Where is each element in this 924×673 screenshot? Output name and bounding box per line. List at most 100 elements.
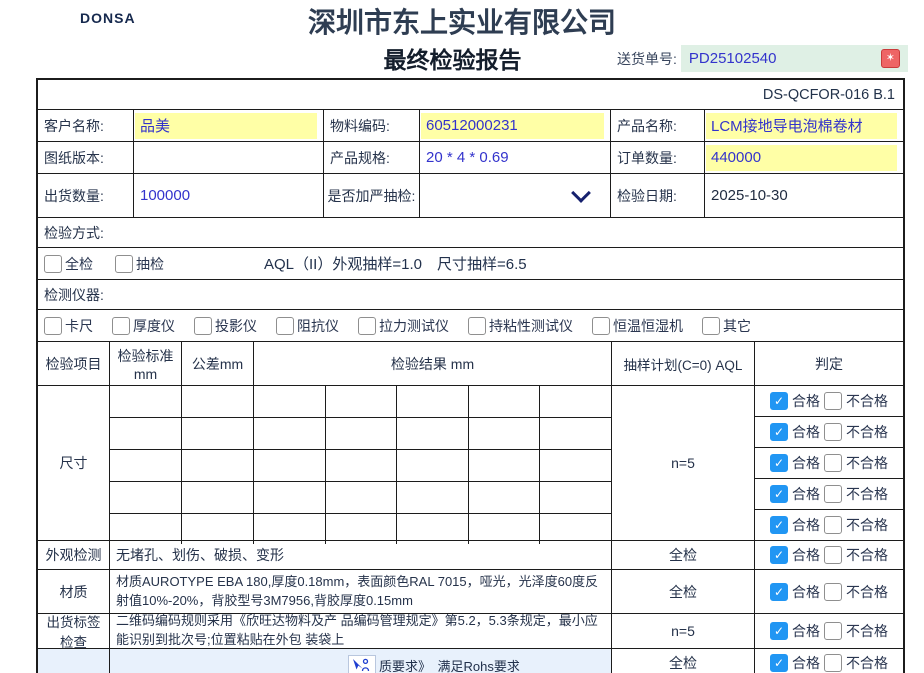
fail-checkbox[interactable] bbox=[824, 423, 842, 441]
measurement-cell[interactable] bbox=[326, 482, 398, 513]
drawing-version-cell[interactable] bbox=[134, 142, 324, 173]
drawing-version-label: 图纸版本: bbox=[38, 142, 134, 173]
climate-chamber-checkbox[interactable] bbox=[592, 317, 610, 335]
adhesion-tester-checkbox[interactable] bbox=[468, 317, 486, 335]
measurement-cell[interactable] bbox=[469, 386, 541, 417]
measurement-cell[interactable] bbox=[469, 514, 541, 544]
broken-image-icon bbox=[881, 49, 900, 68]
fail-checkbox[interactable] bbox=[824, 485, 842, 503]
fail-checkbox[interactable] bbox=[824, 454, 842, 472]
measurement-cell[interactable] bbox=[326, 514, 398, 544]
measurement-cell[interactable] bbox=[540, 514, 611, 544]
measurement-cell[interactable] bbox=[254, 418, 326, 449]
adhesion-tester-label: 持粘性测试仪 bbox=[489, 316, 573, 336]
fail-checkbox[interactable] bbox=[824, 622, 842, 640]
measurement-cell[interactable] bbox=[397, 514, 469, 544]
instrument-option: 拉力测试仪 bbox=[358, 316, 449, 336]
pass-checkbox[interactable] bbox=[770, 392, 788, 410]
sampling-inspection-checkbox[interactable] bbox=[115, 255, 133, 273]
tolerance-cell[interactable] bbox=[182, 450, 254, 481]
pass-checkbox[interactable] bbox=[770, 654, 788, 672]
fail-label: 不合格 bbox=[846, 582, 888, 602]
other-instrument-checkbox[interactable] bbox=[702, 317, 720, 335]
customer-input[interactable]: 品美 bbox=[135, 113, 317, 139]
doc-code: DS-QCFOR-016 B.1 bbox=[38, 80, 903, 109]
measurement-cell[interactable] bbox=[540, 418, 611, 449]
fail-label: 不合格 bbox=[846, 391, 888, 411]
measurement-cell[interactable] bbox=[469, 418, 541, 449]
rohs-content: 质要求》 满足Rohs要求 bbox=[379, 656, 520, 673]
pass-checkbox[interactable] bbox=[770, 454, 788, 472]
standard-cell[interactable] bbox=[110, 514, 182, 544]
tolerance-cell[interactable] bbox=[182, 482, 254, 513]
measurement-cell[interactable] bbox=[540, 482, 611, 513]
pass-label: 合格 bbox=[792, 422, 820, 442]
sampling-inspection-label: 抽检 bbox=[136, 254, 164, 274]
pass-checkbox[interactable] bbox=[770, 583, 788, 601]
fail-checkbox[interactable] bbox=[824, 516, 842, 534]
info-row-3: 出货数量: 100000 是否加严抽检: 检验日期: 2025-10-30 bbox=[38, 174, 903, 218]
pass-checkbox[interactable] bbox=[770, 622, 788, 640]
measurement-cell[interactable] bbox=[397, 418, 469, 449]
instrument-option: 阻抗仪 bbox=[276, 316, 339, 336]
judgement-cell: 合格 不合格 bbox=[755, 541, 903, 569]
measurement-cell[interactable] bbox=[254, 386, 326, 417]
material-code-input[interactable]: 60512000231 bbox=[421, 113, 604, 139]
pass-checkbox[interactable] bbox=[770, 423, 788, 441]
measurement-cell[interactable] bbox=[540, 450, 611, 481]
pass-label: 合格 bbox=[792, 391, 820, 411]
standard-cell[interactable] bbox=[110, 418, 182, 449]
product-name-input[interactable]: LCM接地导电泡棉卷材 bbox=[706, 113, 897, 139]
order-qty-input[interactable]: 440000 bbox=[706, 145, 897, 171]
measurement-cell[interactable] bbox=[469, 450, 541, 481]
caliper-checkbox[interactable] bbox=[44, 317, 62, 335]
fail-checkbox[interactable] bbox=[824, 583, 842, 601]
measurement-cell[interactable] bbox=[254, 482, 326, 513]
judgement-cell: 合格 不合格 bbox=[755, 570, 903, 613]
fail-checkbox[interactable] bbox=[824, 654, 842, 672]
measurement-cell[interactable] bbox=[397, 482, 469, 513]
tension-tester-checkbox[interactable] bbox=[358, 317, 376, 335]
thickness-gauge-label: 厚度仪 bbox=[133, 316, 175, 336]
climate-chamber-label: 恒温恒湿机 bbox=[613, 316, 683, 336]
pass-checkbox[interactable] bbox=[770, 516, 788, 534]
standard-cell[interactable] bbox=[110, 450, 182, 481]
label-check-content: 二维码编码规则采用《欣旺达物料及产 品编码管理规定》第5.2，5.3条规定，最小… bbox=[110, 614, 612, 648]
ship-qty-cell[interactable]: 100000 bbox=[134, 174, 324, 217]
inspect-date-cell[interactable]: 2025-10-30 bbox=[705, 174, 903, 217]
measurement-cell[interactable] bbox=[397, 450, 469, 481]
measurement-cell[interactable] bbox=[254, 450, 326, 481]
material-content: 材质AUROTYPE EBA 180,厚度0.18mm，表面颜色RAL 7015… bbox=[110, 570, 612, 613]
pass-checkbox[interactable] bbox=[770, 546, 788, 564]
info-row-1: 客户名称: 品美 物料编码: 60512000231 产品名称: LCM接地导电… bbox=[38, 110, 903, 142]
measurement-cell[interactable] bbox=[326, 450, 398, 481]
measurement-cell[interactable] bbox=[469, 482, 541, 513]
measurement-cell[interactable] bbox=[254, 514, 326, 544]
measurement-cell[interactable] bbox=[397, 386, 469, 417]
judgement-cell: 合格 不合格 bbox=[755, 614, 903, 648]
judgement-cell: 合格 不合格 bbox=[755, 448, 903, 479]
fail-checkbox[interactable] bbox=[824, 546, 842, 564]
product-name-label: 产品名称: bbox=[611, 110, 705, 141]
delivery-number-field[interactable]: PD25102540 bbox=[681, 45, 908, 72]
impedance-meter-checkbox[interactable] bbox=[276, 317, 294, 335]
tolerance-cell[interactable] bbox=[182, 386, 254, 417]
judgement-cell: 合格 不合格 bbox=[755, 386, 903, 417]
tolerance-cell[interactable] bbox=[182, 514, 254, 544]
projector-checkbox[interactable] bbox=[194, 317, 212, 335]
fail-label: 不合格 bbox=[846, 422, 888, 442]
measurement-cell[interactable] bbox=[540, 386, 611, 417]
measurement-cell[interactable] bbox=[326, 418, 398, 449]
header-item: 检验项目 bbox=[38, 342, 110, 385]
fail-checkbox[interactable] bbox=[824, 392, 842, 410]
thickness-gauge-checkbox[interactable] bbox=[112, 317, 130, 335]
tightened-inspection-select[interactable] bbox=[420, 174, 611, 217]
standard-cell[interactable] bbox=[110, 482, 182, 513]
pass-checkbox[interactable] bbox=[770, 485, 788, 503]
product-spec-cell[interactable]: 20 * 4 * 0.69 bbox=[420, 142, 611, 173]
measurement-cell[interactable] bbox=[326, 386, 398, 417]
tolerance-cell[interactable] bbox=[182, 418, 254, 449]
header-result: 检验结果 mm bbox=[254, 342, 612, 385]
standard-cell[interactable] bbox=[110, 386, 182, 417]
full-inspection-checkbox[interactable] bbox=[44, 255, 62, 273]
